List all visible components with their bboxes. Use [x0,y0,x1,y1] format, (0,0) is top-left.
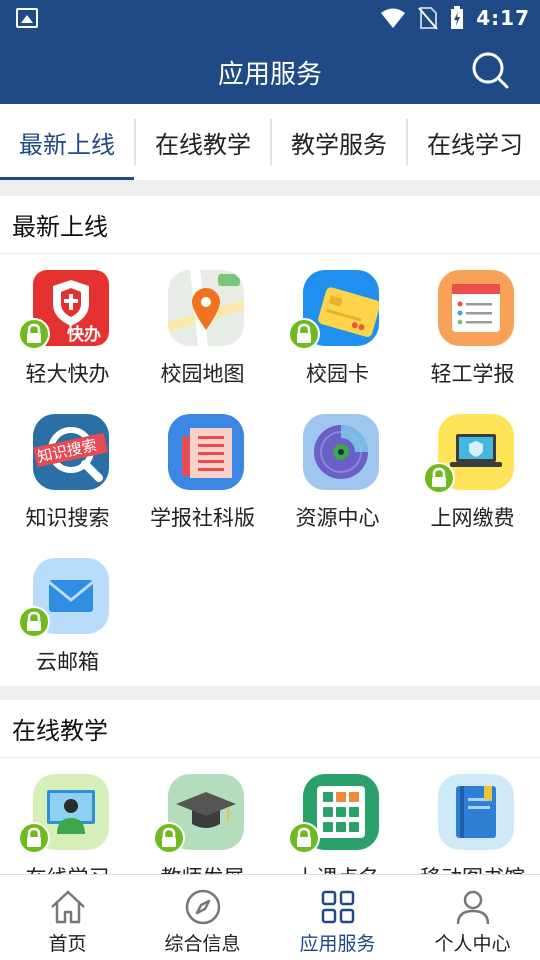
nav-label: 应用服务 [299,933,376,955]
nav-personal-center[interactable]: 个人中心 [405,875,540,960]
app-label: 上网缴费 [430,506,515,530]
lock-icon [288,822,320,854]
form-list-icon [438,270,514,346]
book-icon [438,774,514,850]
app-label: 资源中心 [295,506,380,530]
section-latest: 最新上线 快办 轻大快办 校园地图 校园卡 轻工学报 知识搜索 知识搜索 学报社… [0,196,540,686]
app-resource-center[interactable]: 资源中心 [270,398,405,542]
section-title: 在线教学 [0,700,540,758]
app-roll-call[interactable]: 上课点名 [270,758,405,874]
app-cloud-mail[interactable]: 云邮箱 [0,542,135,686]
search-icon[interactable] [470,50,510,90]
app-label: 校园卡 [306,362,369,386]
app-badge-text: 快办 [67,325,101,345]
app-knowledge-search[interactable]: 知识搜索 知识搜索 [0,398,135,542]
app-teacher-development[interactable]: 教师发展 [135,758,270,874]
app-label: 教师发展 [135,862,270,874]
lock-icon [423,462,455,494]
image-notification-icon [16,8,38,28]
tab-online-learning[interactable]: 在线学习 [408,104,540,180]
app-label: 轻大快办 [25,362,110,386]
compass-icon [185,889,221,925]
nav-home[interactable]: 首页 [0,875,135,960]
tab-online-teaching[interactable]: 在线教学 [136,104,270,180]
bottom-nav: 首页 综合信息 应用服务 个人中心 [0,874,540,960]
app-grid: 在线学习 教师发展 上课点名 移动图书馆 [0,758,540,874]
status-bar: 4:17 [0,0,540,36]
page-title: 应用服务 [217,60,322,90]
app-online-learning[interactable]: 在线学习 [0,758,135,874]
status-icons: 4:17 [380,4,530,32]
app-campus-map[interactable]: 校园地图 [135,254,270,398]
map-pin-icon [168,270,244,346]
lock-icon [18,318,50,350]
app-journal-social-science[interactable]: 学报社科版 [135,398,270,542]
app-label: 轻工学报 [430,362,515,386]
nav-label: 个人中心 [434,933,511,955]
lock-icon [288,318,320,350]
app-label: 知识搜索 [25,506,110,530]
newspaper-icon [168,414,244,490]
app-label: 上课点名 [270,862,405,874]
home-icon [51,890,85,924]
wifi-icon [381,8,406,28]
user-icon [456,890,490,925]
lock-icon [18,606,50,638]
section-online-teaching: 在线教学 在线学习 教师发展 上课点名 移 [0,700,540,874]
app-label: 在线学习 [0,862,135,874]
app-campus-card[interactable]: 校园卡 [270,254,405,398]
disc-icon [303,414,379,490]
app-network-payment[interactable]: 上网缴费 [405,398,540,542]
no-sim-icon [418,7,439,30]
app-label: 校园地图 [160,362,245,386]
app-label: 云邮箱 [36,650,99,674]
nav-label: 综合信息 [164,933,241,955]
tab-teaching-service[interactable]: 教学服务 [272,104,406,180]
nav-label: 首页 [48,933,87,955]
app-light-industry-journal[interactable]: 轻工学报 [405,254,540,398]
app-label: 学报社科版 [150,506,255,530]
nav-general-info[interactable]: 综合信息 [135,875,270,960]
lock-icon [153,822,185,854]
category-tabs: 最新上线 在线教学 教学服务 在线学习 [0,104,540,180]
app-header: 应用服务 [0,36,540,104]
clock: 4:17 [476,6,530,30]
app-qingda-kuaiban[interactable]: 快办 轻大快办 [0,254,135,398]
magnifier-icon: 知识搜索 [33,414,109,490]
app-mobile-library[interactable]: 移动图书馆 [405,758,540,874]
battery-charging-icon [451,6,464,29]
tab-latest[interactable]: 最新上线 [0,104,134,180]
app-label: 移动图书馆 [405,862,540,874]
nav-app-services[interactable]: 应用服务 [270,875,405,960]
app-grid: 快办 轻大快办 校园地图 校园卡 轻工学报 知识搜索 知识搜索 学报社科版 资源… [0,254,540,686]
lock-icon [18,822,50,854]
grid-icon [321,890,355,924]
section-title: 最新上线 [0,196,540,254]
